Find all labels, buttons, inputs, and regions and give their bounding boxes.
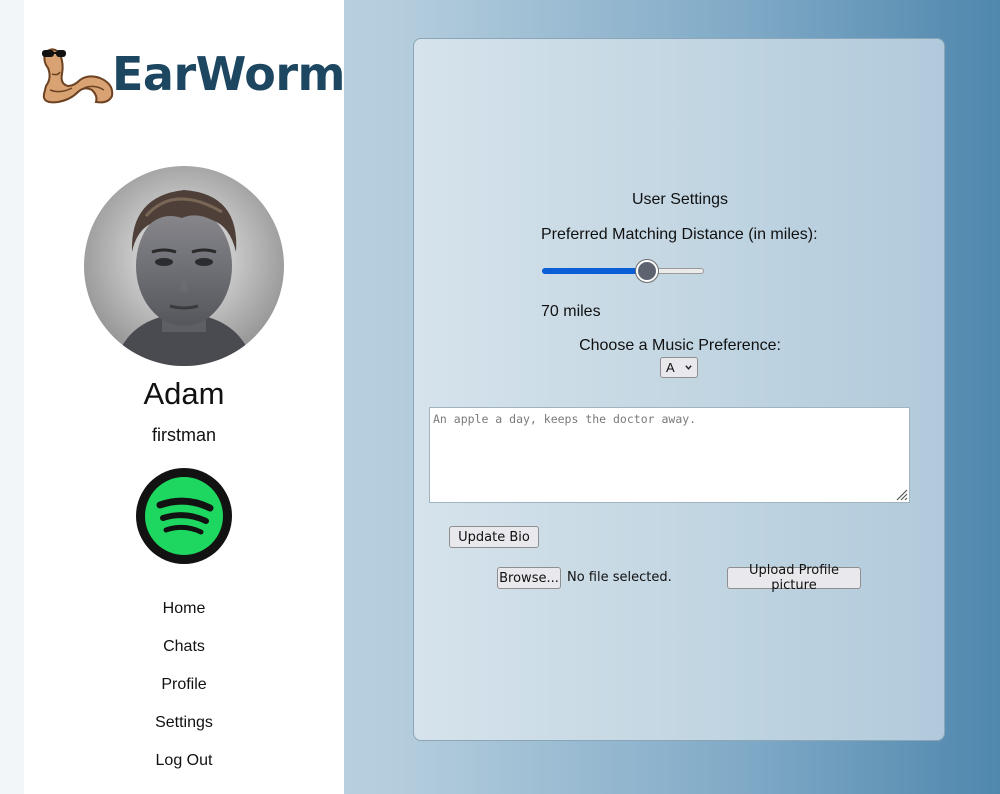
worm-with-sunglasses-icon [42,48,114,104]
nav-settings[interactable]: Settings [24,704,344,742]
spotify-link[interactable] [134,466,234,566]
distance-slider[interactable] [542,259,704,283]
profile-photo [84,166,284,366]
chevron-down-icon [685,365,692,370]
settings-panel: User Settings Preferred Matching Distanc… [413,38,945,741]
profile-username: firstman [151,425,216,445]
upload-profile-picture-button[interactable]: Upload Profile picture [727,563,861,593]
brand-logo[interactable]: EarWorm [38,34,345,114]
nav-chats[interactable]: Chats [24,628,344,666]
page-left-margin [0,0,24,794]
brand-name: EarWorm [112,47,345,101]
sidebar-nav: Home Chats Profile Settings Log Out [24,590,344,780]
profile-display-name: Adam [143,376,225,411]
nav-log-out[interactable]: Log Out [24,742,344,780]
resize-grip-icon[interactable] [894,487,908,501]
slider-fill [542,268,647,274]
nav-home[interactable]: Home [24,590,344,628]
file-status: No file selected. [567,570,672,585]
slider-thumb[interactable] [635,260,658,282]
spotify-icon [136,468,232,564]
avatar[interactable] [84,166,284,366]
distance-label: Preferred Matching Distance (in miles): [541,226,818,243]
music-preference-label: Choose a Music Preference: [579,337,781,354]
nav-profile[interactable]: Profile [24,666,344,704]
page-title: User Settings [631,191,729,208]
browse-file-button[interactable]: Browse... [497,567,561,589]
bio-textarea[interactable] [429,407,910,503]
distance-value: 70 miles [541,303,601,320]
music-preference-select[interactable]: A [660,357,698,378]
update-bio-button[interactable]: Update Bio [449,526,539,548]
sidebar: EarWorm Adam firstman Home Chats Profile… [24,0,345,794]
music-preference-value: A [666,360,675,375]
